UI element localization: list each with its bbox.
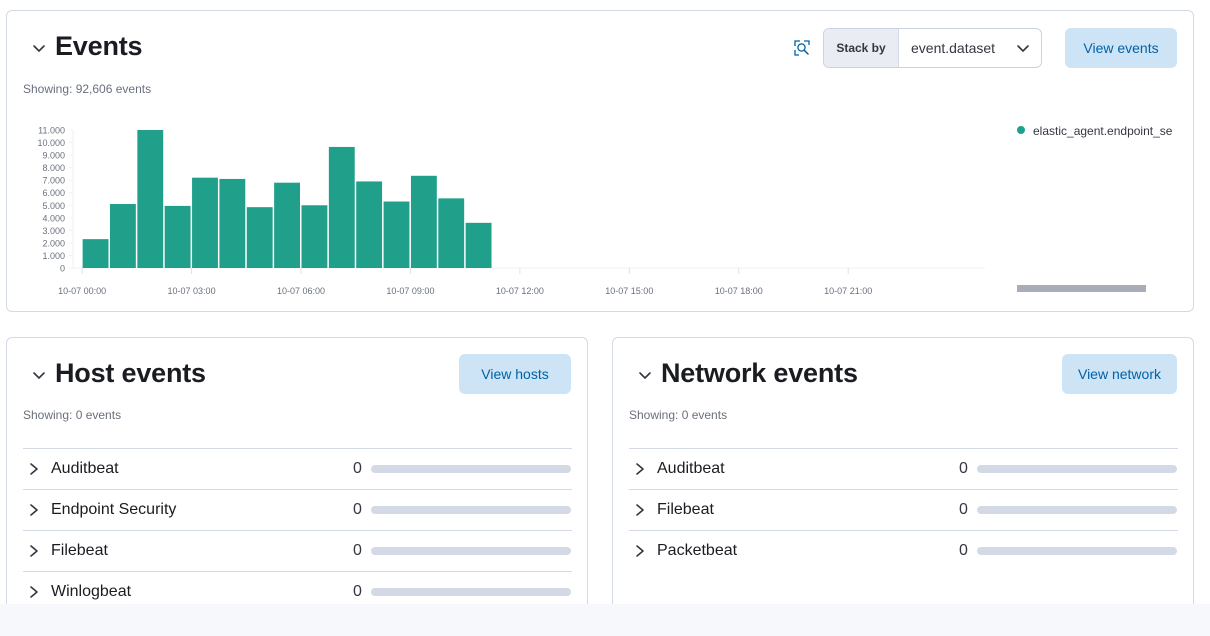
y-tick-label: 9.000 (42, 151, 65, 161)
x-tick-label: 10-07 03:00 (168, 286, 216, 296)
list-item-count: 0 (959, 501, 968, 518)
list-item-count: 0 (353, 542, 362, 559)
y-tick-label: 3.000 (42, 226, 65, 236)
list-item-label: Auditbeat (657, 460, 725, 477)
list-item[interactable]: Packetbeat 0 (629, 530, 1178, 571)
histogram-bar (164, 205, 191, 268)
chevron-right-icon[interactable] (28, 585, 40, 599)
stack-by-label: Stack by (824, 29, 899, 67)
list-item[interactable]: Auditbeat 0 (23, 448, 572, 489)
list-item-count: 0 (353, 501, 362, 518)
list-item-count: 0 (959, 460, 968, 477)
progress-bar (371, 547, 571, 555)
chevron-right-icon[interactable] (28, 462, 40, 476)
list-item-label: Filebeat (51, 542, 108, 559)
host-events-list: Auditbeat 0 Endpoint Security 0 Filebeat 0 Win… (23, 448, 572, 612)
x-tick-label: 10-07 12:00 (496, 286, 544, 296)
network-events-panel: Network events View network Showing: 0 e… (612, 337, 1194, 627)
stack-by-control[interactable]: Stack by event.dataset (823, 28, 1042, 68)
y-tick-label: 7.000 (42, 176, 65, 186)
chevron-right-icon[interactable] (634, 544, 646, 558)
chevron-down-icon[interactable] (31, 367, 47, 383)
progress-bar (371, 506, 571, 514)
x-tick-label: 10-07 09:00 (386, 286, 434, 296)
chevron-right-icon[interactable] (28, 503, 40, 517)
legend-scrollbar[interactable] (1017, 285, 1146, 292)
histogram-bar (219, 178, 246, 268)
histogram-bar (137, 130, 164, 268)
x-tick-label: 10-07 00:00 (58, 286, 106, 296)
chevron-down-icon (1017, 45, 1029, 52)
chevron-down-icon[interactable] (637, 367, 653, 383)
list-item[interactable]: Filebeat 0 (629, 489, 1178, 530)
inspect-icon[interactable] (793, 39, 811, 57)
events-histogram: 0 1.000 2.000 3.000 4.000 5.000 6.000 7.000 8.00… (37, 126, 985, 296)
y-tick-label: 0 (60, 264, 65, 274)
progress-bar (371, 465, 571, 473)
list-item-label: Winlogbeat (51, 583, 132, 600)
progress-bar (371, 588, 571, 596)
list-item-label: Filebeat (657, 501, 714, 518)
list-item-label: Endpoint Security (51, 501, 177, 518)
x-tick-label: 10-07 15:00 (605, 286, 653, 296)
chevron-right-icon[interactable] (634, 503, 646, 517)
host-events-title: Host events (55, 358, 206, 388)
histogram-bar (383, 201, 410, 268)
y-tick-label: 8.000 (42, 163, 65, 173)
legend-swatch (1017, 126, 1025, 134)
chevron-right-icon[interactable] (28, 544, 40, 558)
list-item-count: 0 (959, 542, 968, 559)
list-item-count: 0 (353, 460, 362, 477)
events-title: Events (55, 31, 143, 61)
network-events-title: Network events (661, 358, 858, 388)
histogram-bar (301, 205, 328, 268)
y-tick-label: 6.000 (42, 188, 65, 198)
progress-bar (977, 506, 1177, 514)
y-tick-label: 1.000 (42, 251, 65, 261)
x-tick-label: 10-07 06:00 (277, 286, 325, 296)
page-bottom-edge (0, 604, 1210, 636)
list-item-label: Packetbeat (657, 542, 738, 559)
list-item-label: Auditbeat (51, 460, 119, 477)
histogram-bar (246, 207, 273, 268)
y-tick-label: 5.000 (42, 201, 65, 211)
events-panel: Events Showing: 92,606 events Stack by e… (6, 10, 1194, 312)
stack-by-value: event.dataset (911, 40, 996, 56)
histogram-bar (465, 222, 492, 268)
view-network-button[interactable]: View network (1062, 354, 1177, 394)
histogram-bar (109, 204, 136, 268)
histogram-bar (274, 182, 300, 268)
y-tick-label: 4.000 (42, 213, 65, 223)
progress-bar (977, 465, 1177, 473)
network-events-count: Showing: 0 events (629, 408, 728, 422)
histogram-bar (356, 181, 383, 268)
histogram-bar (82, 239, 109, 268)
chevron-down-icon[interactable] (31, 40, 47, 56)
progress-bar (977, 547, 1177, 555)
legend-item[interactable]: elastic_agent.endpoint_se (1033, 124, 1179, 138)
list-item[interactable]: Filebeat 0 (23, 530, 572, 571)
events-count: Showing: 92,606 events (23, 82, 152, 96)
histogram-bar (438, 198, 465, 268)
stack-by-select[interactable]: event.dataset (899, 29, 1041, 67)
chevron-right-icon[interactable] (634, 462, 646, 476)
view-events-button[interactable]: View events (1065, 28, 1177, 68)
histogram-bar (192, 177, 218, 268)
network-events-list: Auditbeat 0 Filebeat 0 Packetbeat 0 (629, 448, 1178, 571)
host-events-panel: Host events View hosts Showing: 0 events… (6, 337, 588, 627)
list-item[interactable]: Auditbeat 0 (629, 448, 1178, 489)
x-tick-label: 10-07 18:00 (715, 286, 763, 296)
y-tick-label: 10.000 (37, 138, 65, 148)
histogram-bar (328, 146, 355, 268)
histogram-bar (410, 175, 437, 268)
view-hosts-button[interactable]: View hosts (459, 354, 571, 394)
list-item[interactable]: Endpoint Security 0 (23, 489, 572, 530)
y-tick-label: 2.000 (42, 238, 65, 248)
list-item-count: 0 (353, 583, 362, 600)
host-events-count: Showing: 0 events (23, 408, 122, 422)
y-tick-label: 11.000 (38, 126, 65, 136)
x-tick-label: 10-07 21:00 (824, 286, 872, 296)
